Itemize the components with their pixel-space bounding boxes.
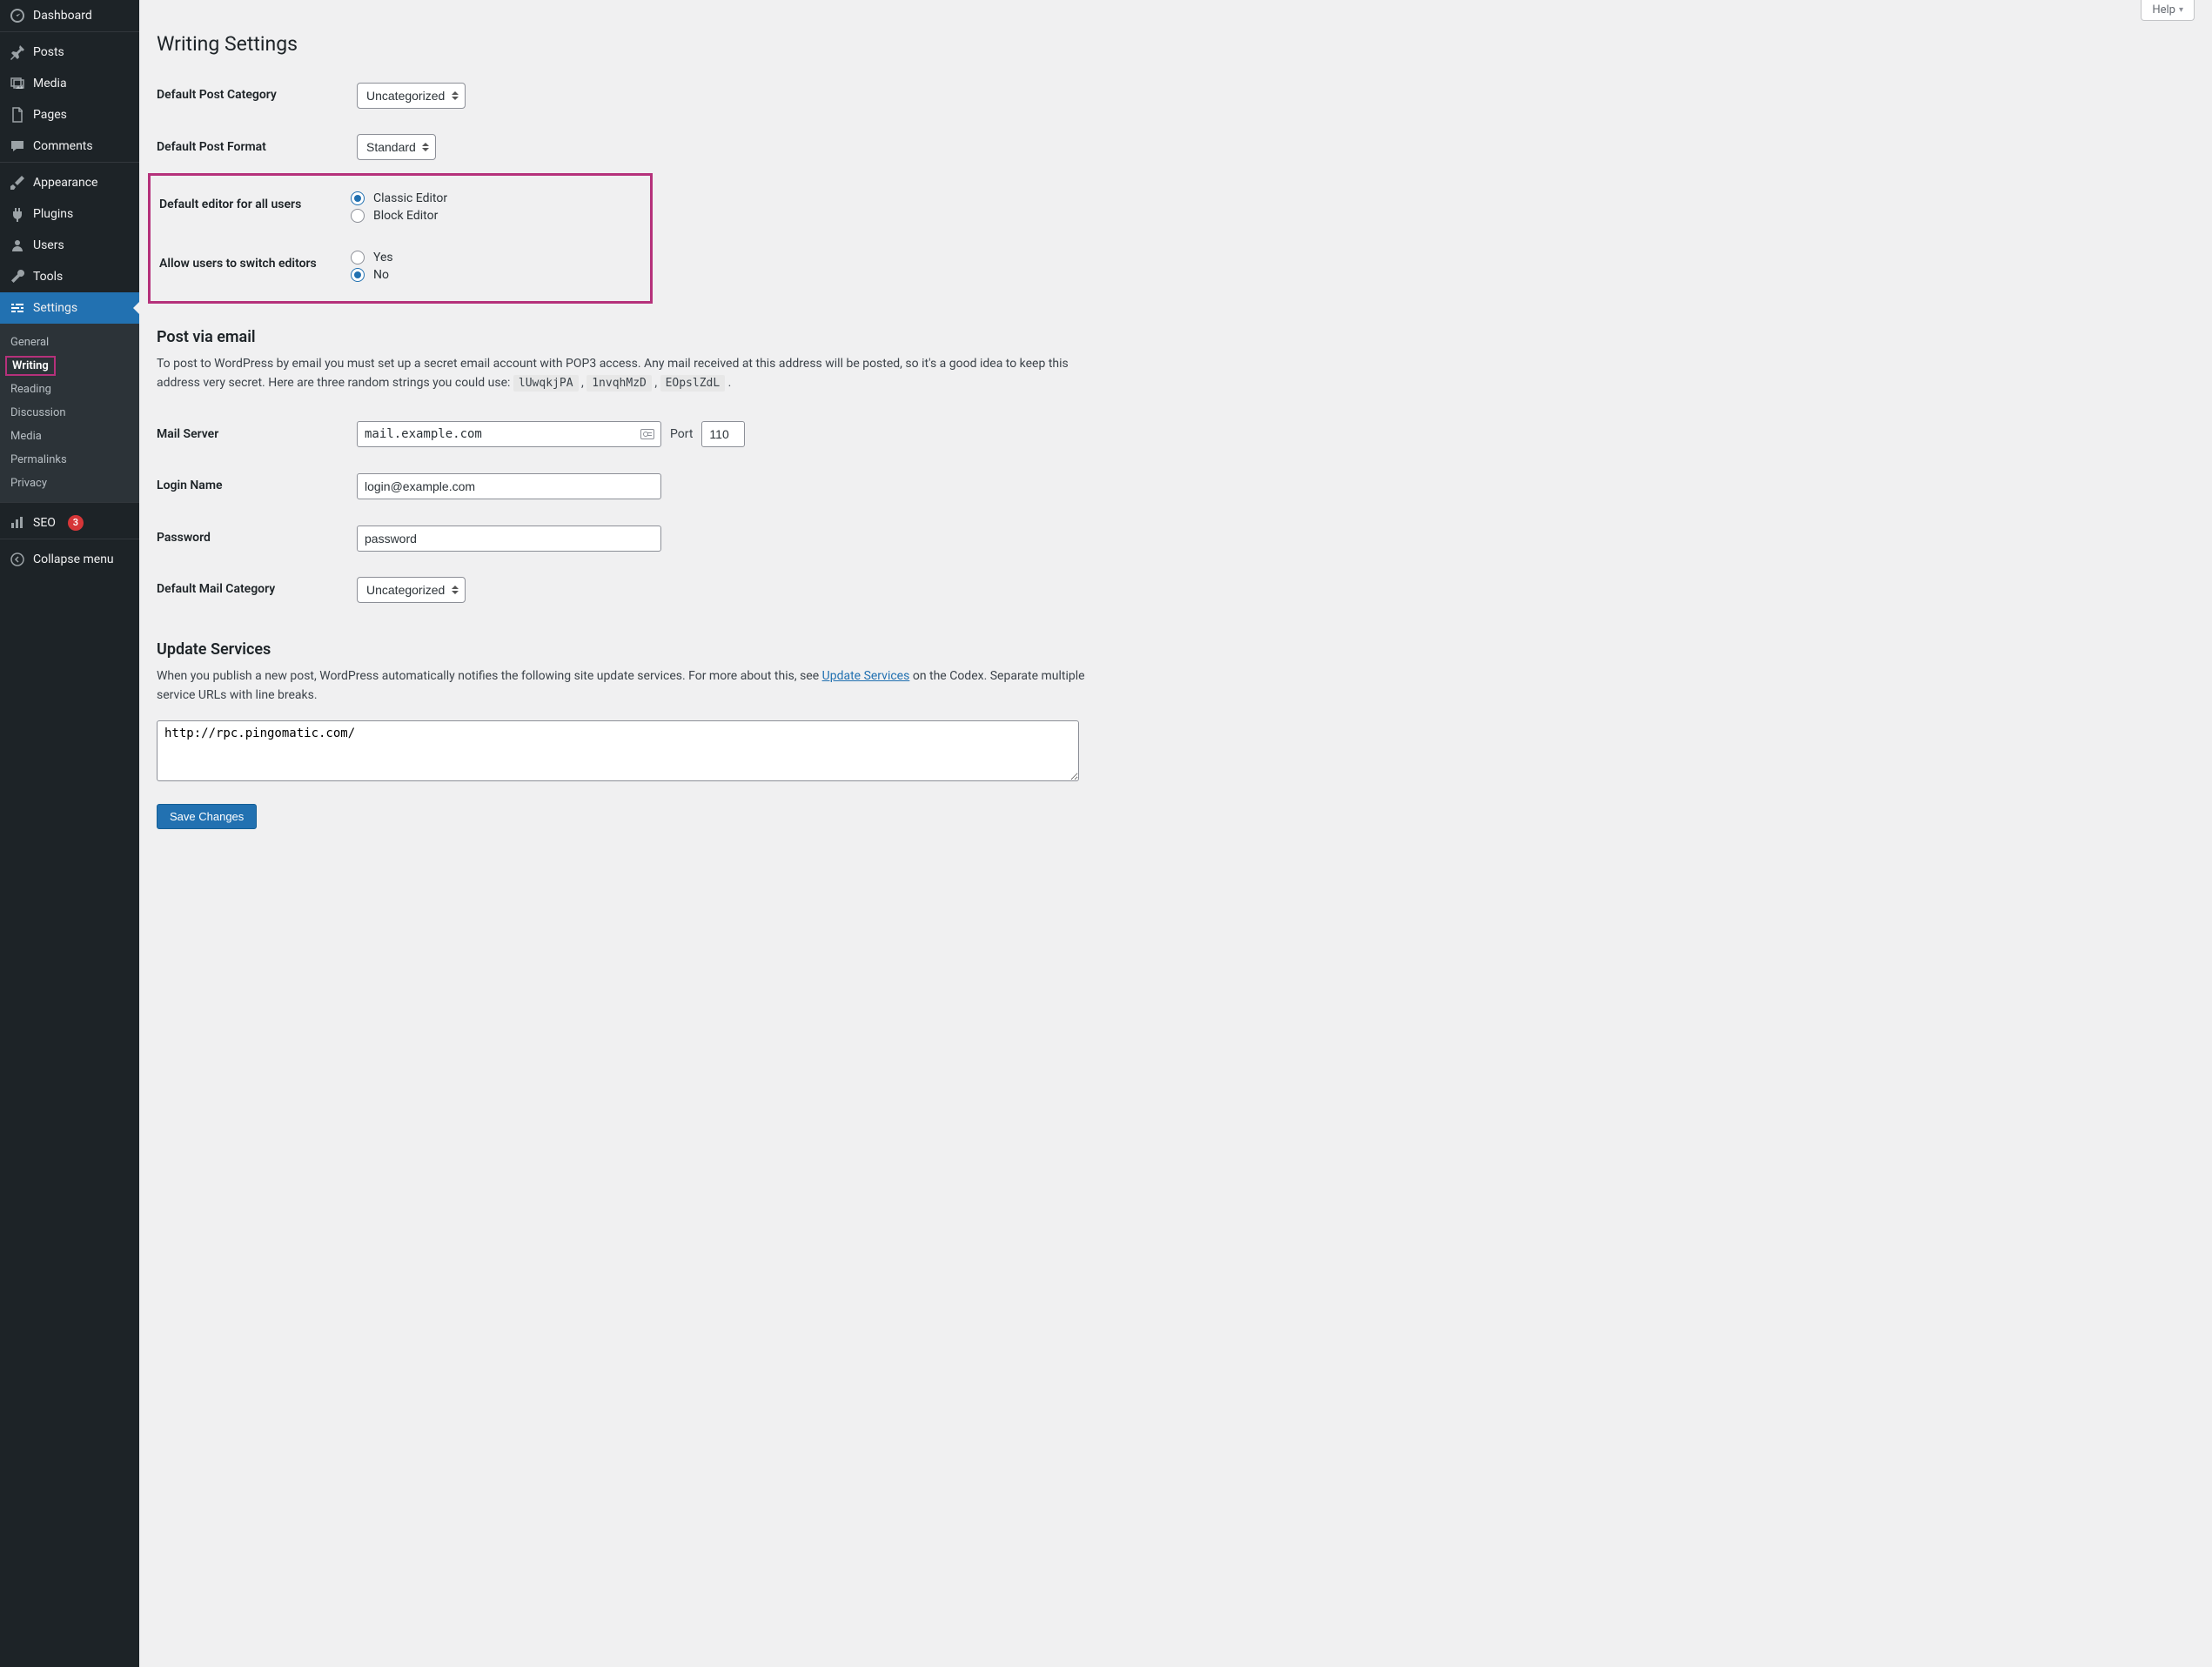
- allow-switch-yes-radio[interactable]: Yes: [351, 251, 393, 264]
- sidebar-item-label: Posts: [33, 44, 64, 60]
- sidebar-item-label: Appearance: [33, 175, 97, 191]
- contact-card-icon: [640, 429, 654, 439]
- submenu-media[interactable]: Media: [0, 425, 139, 448]
- radio-input[interactable]: [351, 191, 365, 205]
- submenu-permalinks[interactable]: Permalinks: [0, 448, 139, 472]
- radio-input[interactable]: [351, 251, 365, 264]
- submenu-privacy[interactable]: Privacy: [0, 472, 139, 495]
- random-string-2: 1nvqhMzD: [587, 375, 652, 392]
- sidebar-item-seo[interactable]: SEO 3: [0, 507, 139, 539]
- sidebar-item-users[interactable]: Users: [0, 230, 139, 261]
- update-services-link[interactable]: Update Services: [822, 669, 910, 683]
- submenu-discussion[interactable]: Discussion: [0, 401, 139, 425]
- sidebar-item-label: Tools: [33, 269, 63, 285]
- random-string-3: EOpslZdL: [660, 375, 726, 392]
- dashboard-icon: [9, 7, 26, 24]
- collapse-icon: [9, 551, 26, 568]
- sidebar-item-label: Users: [33, 238, 64, 253]
- sidebar-item-appearance[interactable]: Appearance: [0, 167, 139, 198]
- post-via-email-desc: To post to WordPress by email you must s…: [157, 355, 1096, 392]
- default-editor-classic-radio[interactable]: Classic Editor: [351, 191, 447, 205]
- desc-text: .: [728, 376, 732, 390]
- radio-label: Block Editor: [373, 209, 438, 223]
- pages-icon: [9, 106, 26, 124]
- save-changes-button[interactable]: Save Changes: [157, 804, 257, 829]
- editor-settings-highlight: Default editor for all users Classic Edi…: [148, 173, 653, 304]
- random-string-1: lUwqkjPA: [513, 375, 579, 392]
- mail-server-input[interactable]: [357, 421, 661, 447]
- sidebar-item-label: Media: [33, 76, 67, 91]
- default-mail-category-select[interactable]: Uncategorized: [357, 577, 466, 603]
- default-post-format-label: Default Post Format: [157, 122, 348, 174]
- radio-label: Yes: [373, 251, 393, 264]
- sidebar-item-comments[interactable]: Comments: [0, 131, 139, 162]
- sidebar-item-label: Settings: [33, 300, 77, 316]
- port-label: Port: [670, 427, 693, 441]
- sidebar-item-label: Dashboard: [33, 8, 92, 23]
- sidebar-item-settings[interactable]: Settings: [0, 292, 139, 324]
- radio-input[interactable]: [351, 268, 365, 282]
- sidebar-item-dashboard[interactable]: Dashboard: [0, 0, 139, 31]
- pin-icon: [9, 44, 26, 61]
- password-input[interactable]: [357, 526, 661, 552]
- default-post-category-label: Default Post Category: [157, 70, 348, 122]
- sidebar-item-label: Plugins: [33, 206, 73, 222]
- default-post-format-select[interactable]: Standard: [357, 134, 436, 160]
- sidebar-item-posts[interactable]: Posts: [0, 37, 139, 68]
- seo-badge: 3: [68, 515, 84, 531]
- help-tab-label: Help: [2152, 3, 2175, 17]
- help-tab[interactable]: Help: [2141, 0, 2195, 21]
- sidebar-item-pages[interactable]: Pages: [0, 99, 139, 131]
- update-services-heading: Update Services: [157, 640, 2195, 659]
- user-icon: [9, 237, 26, 254]
- allow-switch-no-radio[interactable]: No: [351, 268, 389, 282]
- media-icon: [9, 75, 26, 92]
- update-services-desc: When you publish a new post, WordPress a…: [157, 667, 1096, 705]
- mail-server-label: Mail Server: [157, 409, 348, 461]
- sidebar-item-tools[interactable]: Tools: [0, 261, 139, 292]
- radio-input[interactable]: [351, 209, 365, 223]
- submenu-general[interactable]: General: [0, 331, 139, 354]
- sidebar-item-plugins[interactable]: Plugins: [0, 198, 139, 230]
- wrench-icon: [9, 268, 26, 285]
- sidebar-item-label: Collapse menu: [33, 552, 114, 567]
- plug-icon: [9, 205, 26, 223]
- radio-label: No: [373, 268, 389, 282]
- port-input[interactable]: [701, 421, 745, 447]
- sidebar-item-label: Pages: [33, 107, 67, 123]
- password-label: Password: [157, 512, 348, 565]
- login-name-label: Login Name: [157, 460, 348, 512]
- sliders-icon: [9, 299, 26, 317]
- settings-submenu: General Writing Reading Discussion Media…: [0, 324, 139, 502]
- content-area: Help Writing Settings Default Post Categ…: [139, 0, 2212, 1667]
- seo-icon: [9, 514, 26, 532]
- default-editor-label: Default editor for all users: [151, 179, 342, 238]
- radio-label: Classic Editor: [373, 191, 447, 205]
- login-name-input[interactable]: [357, 473, 661, 499]
- allow-switch-label: Allow users to switch editors: [151, 238, 342, 298]
- page-title: Writing Settings: [157, 24, 2195, 70]
- desc-text: When you publish a new post, WordPress a…: [157, 669, 822, 683]
- default-post-category-select[interactable]: Uncategorized: [357, 83, 466, 109]
- sidebar-item-label: SEO: [33, 515, 56, 531]
- comments-icon: [9, 137, 26, 155]
- update-services-textarea[interactable]: [157, 720, 1079, 781]
- admin-sidebar: Dashboard Posts Media: [0, 0, 139, 1667]
- sidebar-item-media[interactable]: Media: [0, 68, 139, 99]
- default-editor-block-radio[interactable]: Block Editor: [351, 209, 438, 223]
- post-via-email-heading: Post via email: [157, 328, 2195, 346]
- sidebar-collapse[interactable]: Collapse menu: [0, 544, 139, 575]
- sidebar-item-label: Comments: [33, 138, 93, 154]
- submenu-reading[interactable]: Reading: [0, 378, 139, 401]
- submenu-writing[interactable]: Writing: [5, 356, 56, 376]
- default-mail-category-label: Default Mail Category: [157, 564, 348, 616]
- brush-icon: [9, 174, 26, 191]
